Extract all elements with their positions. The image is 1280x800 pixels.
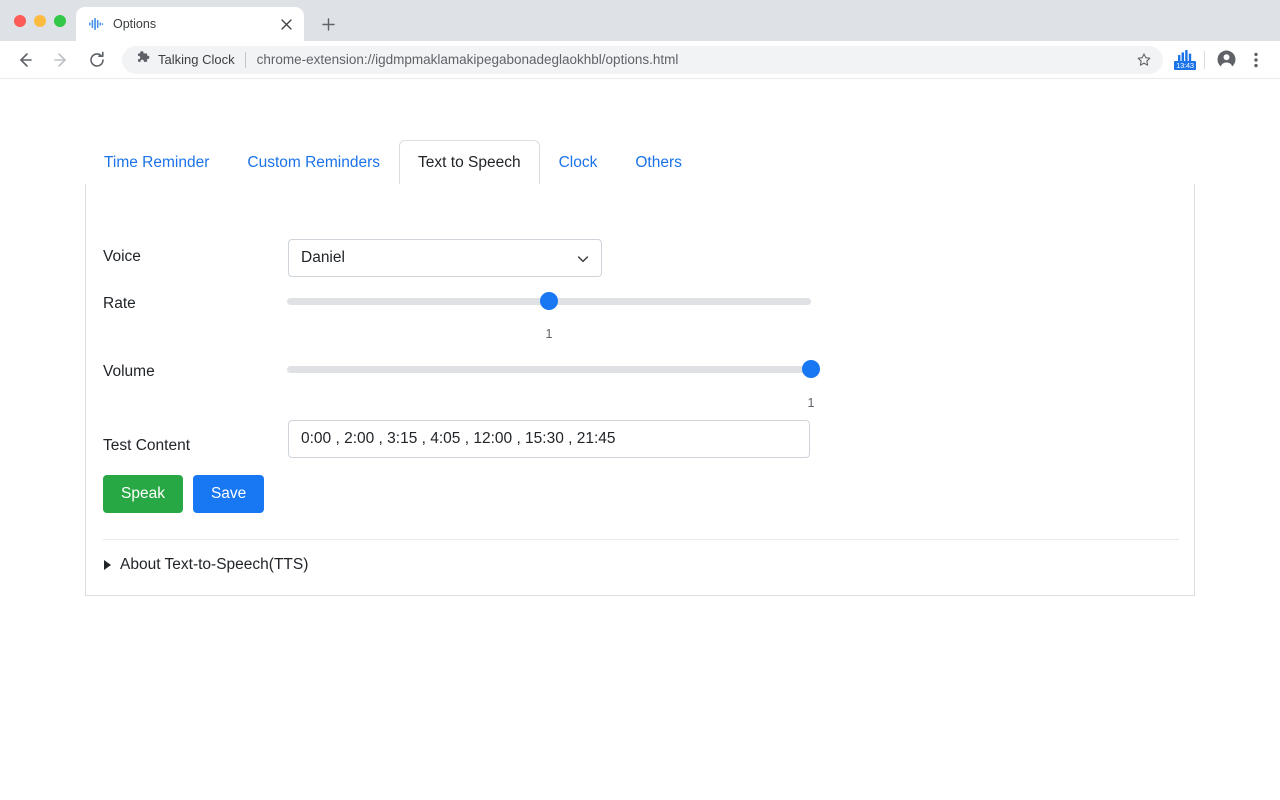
section-divider xyxy=(103,539,1179,540)
profile-avatar-icon[interactable] xyxy=(1212,46,1240,74)
volume-value-label: 1 xyxy=(807,396,815,410)
extension-origin-chip: Talking Clock xyxy=(136,50,235,70)
bar-chart-clock-icon: 13:43 xyxy=(1174,49,1196,71)
tab-others[interactable]: Others xyxy=(616,140,701,184)
test-content-input[interactable]: 0:00 , 2:00 , 3:15 , 4:05 , 12:00 , 15:3… xyxy=(288,420,810,458)
about-tts-disclosure[interactable]: About Text-to-Speech(TTS) xyxy=(104,556,308,574)
three-dot-menu-icon[interactable] xyxy=(1242,46,1270,74)
rate-label: Rate xyxy=(103,295,136,312)
tab-time-reminder[interactable]: Time Reminder xyxy=(85,140,228,184)
rate-value-label: 1 xyxy=(545,327,553,341)
rate-row: Rate xyxy=(103,294,136,314)
tab-custom-reminders[interactable]: Custom Reminders xyxy=(228,140,399,184)
address-bar[interactable]: Talking Clock chrome-extension://igdmpma… xyxy=(122,45,1163,74)
test-content-label: Test Content xyxy=(103,437,191,454)
url-text: chrome-extension://igdmpmaklamakipegabon… xyxy=(256,52,679,67)
tab-strip: Options xyxy=(0,0,1280,41)
reload-icon[interactable] xyxy=(82,45,112,75)
new-tab-button[interactable] xyxy=(314,10,342,38)
extension-name-label: Talking Clock xyxy=(158,52,235,67)
extension-badge-text: 13:43 xyxy=(1174,60,1196,70)
bookmark-star-icon[interactable] xyxy=(1131,47,1157,73)
back-arrow-icon[interactable] xyxy=(10,45,40,75)
test-content-value: 0:00 , 2:00 , 3:15 , 4:05 , 12:00 , 15:3… xyxy=(301,430,616,447)
speak-button[interactable]: Speak xyxy=(103,475,183,513)
close-window-button[interactable] xyxy=(14,14,26,27)
voice-select-value: Daniel xyxy=(301,249,345,266)
puzzle-piece-icon xyxy=(136,50,151,70)
omnibox-divider xyxy=(244,51,246,68)
minimize-window-button[interactable] xyxy=(34,14,46,27)
chevron-down-icon xyxy=(577,252,589,264)
tab-text-to-speech[interactable]: Text to Speech xyxy=(399,140,540,185)
waveform-icon xyxy=(88,16,104,32)
browser-window: Options Talking Clock chrome-extension:/… xyxy=(0,0,1280,800)
test-content-row: Test Content xyxy=(103,436,190,456)
volume-slider-thumb[interactable] xyxy=(802,360,820,378)
browser-tab-options[interactable]: Options xyxy=(76,7,304,41)
voice-select[interactable]: Daniel xyxy=(288,239,602,277)
volume-label: Volume xyxy=(103,363,155,380)
disclosure-triangle-icon[interactable] xyxy=(104,560,111,570)
rate-slider[interactable] xyxy=(287,292,811,311)
maximize-window-button[interactable] xyxy=(54,14,66,27)
options-page: Time Reminder Custom Reminders Text to S… xyxy=(0,79,1280,799)
voice-row: Voice xyxy=(103,247,141,267)
close-icon[interactable] xyxy=(277,15,295,33)
voice-label: Voice xyxy=(103,248,141,265)
volume-slider[interactable] xyxy=(287,360,820,379)
window-traffic-lights xyxy=(10,0,76,41)
about-tts-label: About Text-to-Speech(TTS) xyxy=(120,556,309,573)
forward-arrow-icon[interactable] xyxy=(46,45,76,75)
tab-clock[interactable]: Clock xyxy=(540,140,617,184)
save-button[interactable]: Save xyxy=(192,475,265,513)
toolbar-divider xyxy=(1204,50,1205,69)
action-buttons: Speak Save xyxy=(103,475,265,513)
text-to-speech-panel: Voice Daniel Rate 1 Volume 1 Test Conten… xyxy=(85,184,1195,596)
extension-action-button[interactable]: 13:43 xyxy=(1171,46,1199,74)
rate-slider-thumb[interactable] xyxy=(540,292,558,310)
volume-slider-track[interactable] xyxy=(287,366,811,373)
browser-toolbar: Talking Clock chrome-extension://igdmpma… xyxy=(0,41,1280,79)
browser-tab-title: Options xyxy=(113,17,157,31)
volume-row: Volume xyxy=(103,362,155,382)
options-tab-bar: Time Reminder Custom Reminders Text to S… xyxy=(85,140,1195,185)
